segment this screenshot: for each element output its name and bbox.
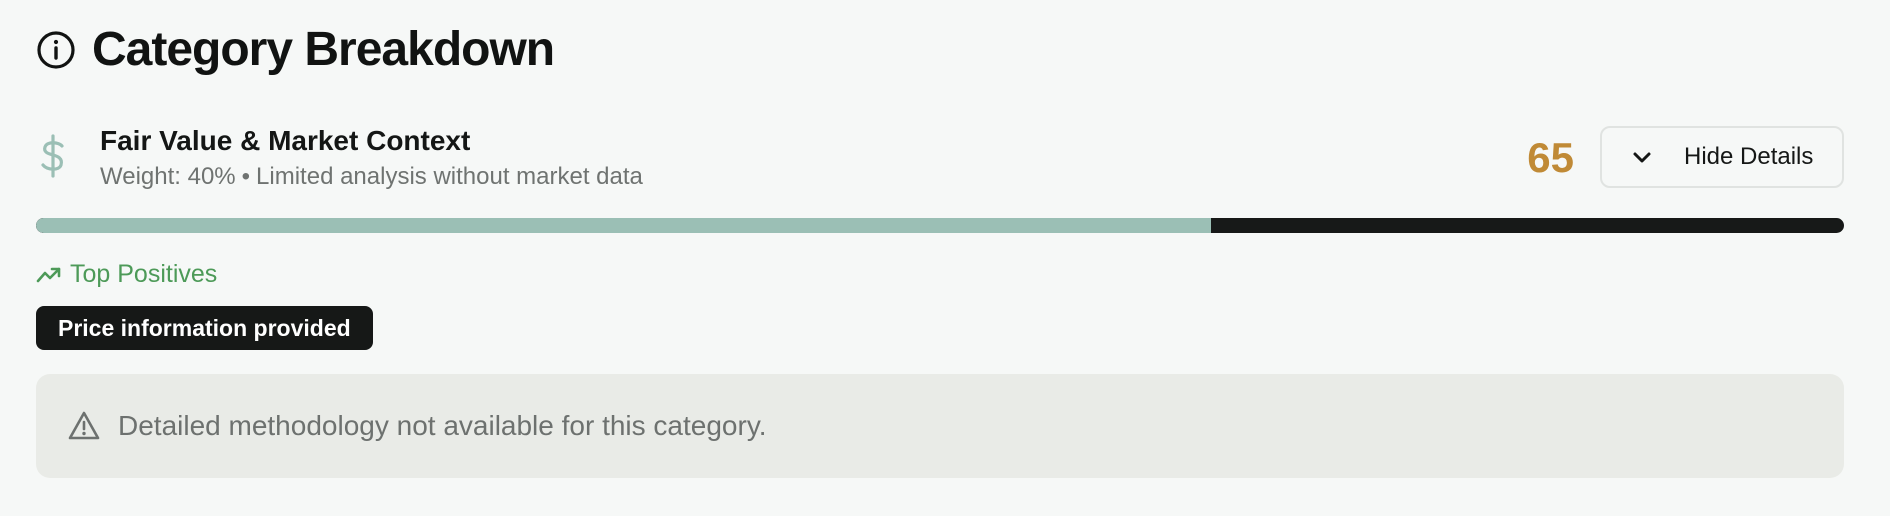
category-row: Fair Value & Market Context Weight: 40% •… [36,120,1844,200]
score-progress-fill [36,218,1212,233]
category-note: Limited analysis without market data [256,163,643,190]
top-positives-label: Top Positives [70,260,218,288]
page-title: Category Breakdown [92,23,555,76]
positive-tag: Price information provided [36,306,373,350]
hide-details-label: Hide Details [1684,143,1814,170]
methodology-notice: Detailed methodology not available for t… [36,374,1844,478]
top-positives-heading: Top Positives [36,258,217,290]
category-name: Fair Value & Market Context [100,125,471,156]
chevron-down-icon [1630,145,1654,169]
category-score: 65 [1527,134,1574,181]
score-progress-bar [36,218,1844,233]
warning-icon [68,410,100,442]
info-icon [36,30,76,70]
category-breakdown-panel: Category Breakdown Fair Value & Market C… [36,0,1844,516]
hide-details-button[interactable]: Hide Details [1600,126,1844,188]
notice-text: Detailed methodology not available for t… [118,410,767,441]
dollar-icon [38,134,68,178]
section-header: Category Breakdown [36,22,555,78]
category-meta: Weight: 40% • Limited analysis without mar… [100,162,643,192]
category-weight: Weight: 40% [100,163,236,190]
trending-up-icon [36,261,62,287]
meta-separator: • [241,163,251,190]
